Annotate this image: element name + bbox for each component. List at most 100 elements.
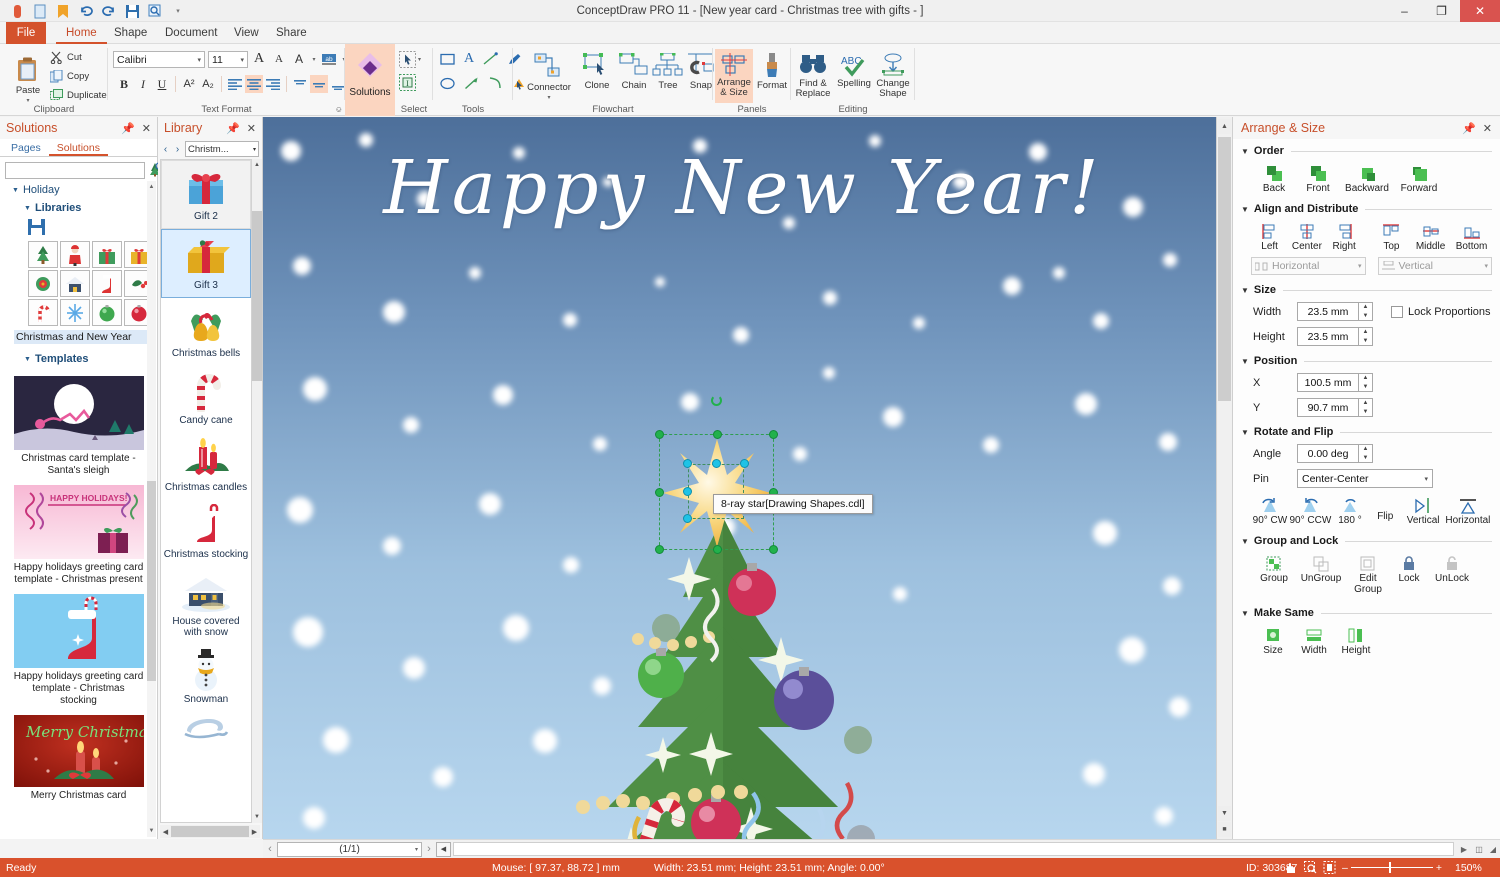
control-handle-1[interactable] [683, 459, 692, 468]
template-item[interactable]: Merry Christmas! Merry Christmas card [13, 715, 157, 802]
height-input[interactable]: 23.5 mm [1297, 327, 1359, 346]
hscroll-right-icon[interactable]: ▶ [1456, 845, 1472, 854]
control-handle-3[interactable] [740, 459, 749, 468]
library-item-christmas-candles[interactable]: Christmas candles [161, 432, 251, 499]
scroll-left-icon[interactable]: ◀ [160, 828, 171, 836]
tree-node-libraries[interactable]: ▼ Libraries [0, 199, 157, 217]
solutions-scrollbar[interactable]: ▲ ▼ [147, 181, 156, 837]
distribute-horizontal-chevron-icon[interactable]: ▾ [1358, 262, 1362, 270]
tree-button[interactable]: Tree [652, 49, 684, 91]
distribute-horizontal-combo[interactable]: Horizontal ▾ [1251, 257, 1366, 275]
library-pin-icon[interactable]: 📌 [226, 122, 240, 135]
template-item[interactable]: HAPPY HOLIDAYS! Happy holidays greeting … [13, 485, 144, 586]
cut-button[interactable]: Cut [50, 51, 82, 64]
library-item-gift-2[interactable]: Gift 2 [161, 160, 251, 229]
solutions-scroll-thumb[interactable] [147, 481, 156, 681]
chevron-down-icon[interactable]: ▼ [1241, 357, 1249, 366]
library-select-chevron-icon[interactable]: ▾ [253, 146, 256, 153]
height-stepper[interactable]: ▲ ▼ [1359, 327, 1373, 346]
library-item-christmas-stocking[interactable]: Christmas stocking [161, 499, 251, 566]
document-card[interactable]: Happy New Year! 8-ray star[Drawing Shape… [263, 117, 1216, 839]
text-format-dialog-launcher-icon[interactable]: ⎉ [336, 105, 342, 115]
font-size-combo[interactable]: 11 ▾ [208, 51, 248, 68]
library-prev-button[interactable]: ‹ [161, 144, 170, 155]
line-tool-icon[interactable] [483, 52, 498, 69]
align-center-button[interactable]: Center [1288, 221, 1325, 252]
tab-file[interactable]: File [6, 22, 46, 44]
library-vscrollbar[interactable]: ▲ ▼ [252, 159, 262, 823]
zoom-in-button[interactable]: + [1436, 862, 1442, 874]
library-scroll-thumb[interactable] [252, 211, 262, 381]
paste-button[interactable]: Paste ▾ [8, 52, 48, 106]
library-item-sleigh[interactable] [161, 711, 251, 747]
copy-button[interactable]: Copy [50, 70, 89, 83]
zoom-track[interactable] [1350, 862, 1433, 873]
solutions-search-input[interactable] [5, 162, 145, 179]
template-item[interactable]: Christmas card template - Santa's sleigh [13, 376, 144, 477]
rotate-180-button[interactable]: 180 ° [1332, 495, 1368, 526]
pin-select[interactable]: Center-Center ▾ [1297, 469, 1433, 488]
scroll-up-icon[interactable]: ▲ [147, 181, 156, 193]
angle-stepper[interactable]: ▲ ▼ [1359, 444, 1373, 463]
select-chevron-icon[interactable]: ▾ [418, 56, 421, 63]
scroll-up-icon[interactable]: ▲ [252, 159, 262, 171]
resize-handle-s[interactable] [713, 545, 722, 554]
distribute-vertical-combo[interactable]: Vertical ▾ [1377, 257, 1492, 275]
position-x-input[interactable]: 100.5 mm [1297, 373, 1359, 392]
ellipse-tool-icon[interactable] [440, 76, 455, 93]
chevron-down-icon[interactable]: ▼ [1241, 286, 1249, 295]
scroll-down-icon[interactable]: ▼ [147, 825, 156, 837]
valign-top-button[interactable] [291, 75, 309, 93]
bold-button[interactable]: B [115, 75, 133, 93]
scroll-right-icon[interactable]: ▶ [249, 828, 260, 836]
underline-button[interactable]: U [153, 75, 171, 93]
zoom-tool-icon[interactable] [1304, 861, 1317, 877]
unlock-button[interactable]: UnLock [1429, 553, 1475, 595]
chain-button[interactable]: Chain [616, 49, 652, 91]
chevron-down-icon[interactable]: ▼ [1241, 428, 1249, 437]
library-save-icon[interactable] [28, 219, 157, 238]
tree-node-templates[interactable]: ▼ Templates [0, 350, 157, 368]
tab-solutions[interactable]: Solutions [48, 139, 108, 156]
resize-handle-n[interactable] [713, 430, 722, 439]
align-right-button[interactable] [264, 75, 282, 93]
library-item-snowman[interactable]: Snowman [161, 644, 251, 711]
solutions-pin-icon[interactable]: 📌 [121, 122, 135, 135]
position-x-stepper[interactable]: ▲ ▼ [1359, 373, 1373, 392]
library-item-house-covered-with-snow[interactable]: House covered with snow [161, 566, 251, 644]
shape-thumb-gift-green[interactable] [92, 241, 122, 268]
flip-vertical-button[interactable]: Vertical [1402, 495, 1443, 526]
rotate-90-ccw-button[interactable]: 90° CCW [1289, 495, 1332, 526]
position-y-input[interactable]: 90.7 mm [1297, 398, 1359, 417]
spelling-button[interactable]: ABC Spelling [835, 49, 873, 89]
shape-thumb-house[interactable] [60, 270, 90, 297]
page-next-button[interactable]: › [422, 843, 436, 855]
order-back-button[interactable]: Back [1253, 163, 1295, 194]
zoom-out-button[interactable]: – [1342, 862, 1348, 874]
width-input[interactable]: 23.5 mm [1297, 302, 1359, 321]
zoom-slider[interactable]: – + [1342, 862, 1442, 874]
align-center-button[interactable] [245, 75, 263, 93]
library-close-icon[interactable]: ✕ [247, 122, 256, 135]
pan-tool-icon[interactable] [1284, 861, 1297, 877]
rotate-90-cw-button[interactable]: 90° CW [1251, 495, 1289, 526]
library-next-button[interactable]: › [173, 144, 182, 155]
scroll-down-icon[interactable]: ▼ [252, 811, 262, 823]
resize-grip-icon[interactable]: ◢ [1486, 845, 1500, 854]
close-button[interactable]: ✕ [1460, 0, 1500, 22]
page-indicator[interactable]: (1/1) ▾ [277, 841, 422, 857]
rectangle-tool-icon[interactable] [440, 52, 455, 69]
control-handle-2[interactable] [712, 459, 721, 468]
library-select[interactable]: Christm... ▾ [185, 141, 259, 157]
library-item-gift-3[interactable]: Gift 3 [161, 229, 251, 298]
text-select-tool-button[interactable]: I [399, 74, 416, 94]
selected-library-name[interactable]: Christmas and New Year [14, 330, 153, 344]
shape-thumb-ball-green[interactable] [92, 299, 122, 326]
position-y-stepper[interactable]: ▲ ▼ [1359, 398, 1373, 417]
arrow-tool-icon[interactable] [464, 76, 479, 93]
valign-middle-button[interactable] [310, 75, 328, 93]
clone-button[interactable]: Clone [579, 49, 615, 91]
greeting-text[interactable]: Happy New Year! [333, 145, 1153, 231]
tab-view[interactable]: View [224, 22, 269, 44]
ribbon-group-solutions[interactable]: Solutions [345, 44, 395, 116]
